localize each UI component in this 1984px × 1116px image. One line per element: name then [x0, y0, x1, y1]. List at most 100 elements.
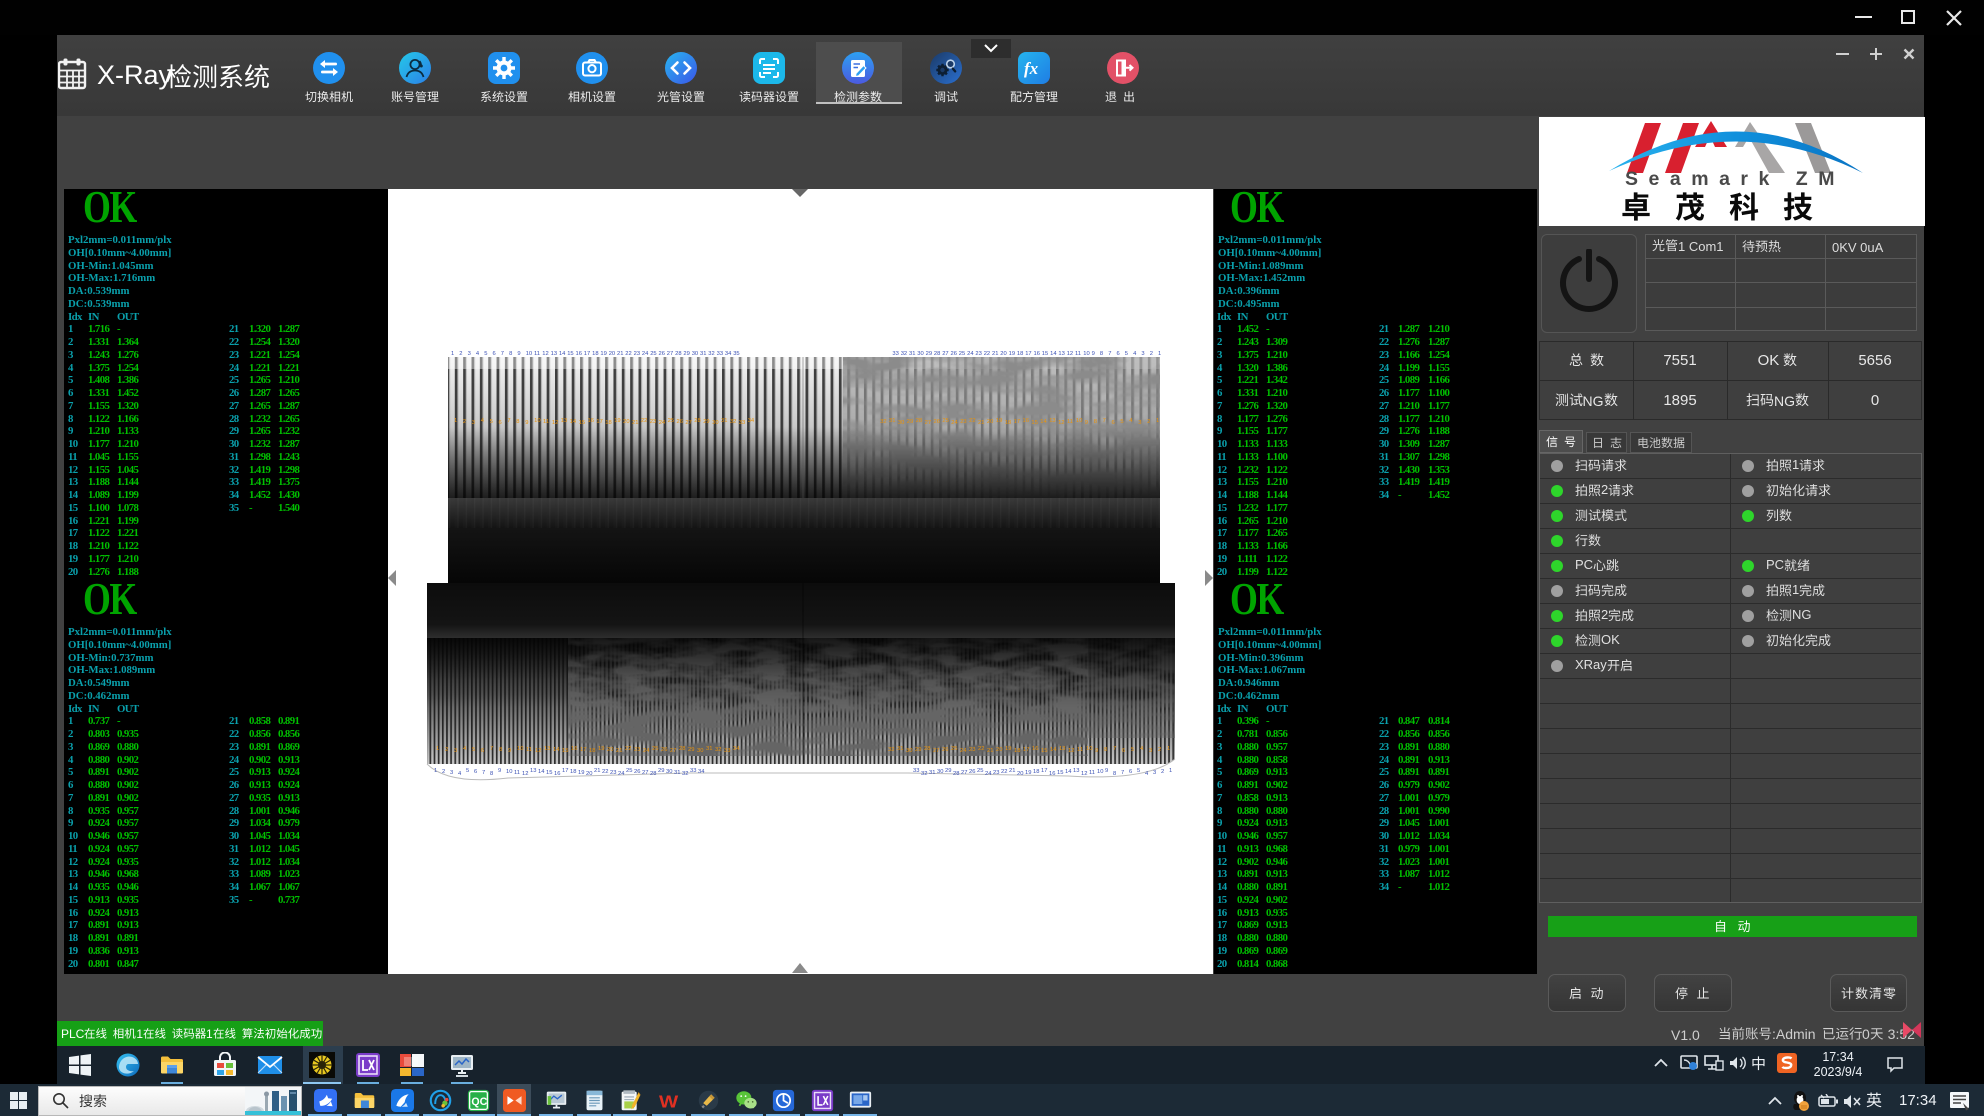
svg-text:19: 19: [1025, 770, 1031, 776]
svg-text:6: 6: [1117, 351, 1120, 357]
svg-text:16: 16: [554, 771, 560, 777]
svg-text:23: 23: [634, 747, 640, 753]
svg-text:27: 27: [961, 770, 967, 776]
svg-text:7: 7: [1103, 418, 1106, 424]
svg-text:31: 31: [700, 351, 706, 357]
svg-text:7: 7: [490, 746, 493, 752]
svg-text:23: 23: [960, 419, 966, 425]
svg-text:W: W: [659, 1093, 678, 1112]
svg-text:29: 29: [945, 768, 951, 774]
svg-text:11: 11: [1089, 770, 1095, 776]
svg-text:15: 15: [1057, 770, 1063, 776]
svg-text:26: 26: [659, 351, 665, 357]
svg-text:7: 7: [507, 418, 510, 424]
svg-text:24: 24: [951, 420, 958, 426]
svg-text:20: 20: [996, 747, 1002, 753]
svg-text:3: 3: [468, 351, 471, 357]
svg-text:3: 3: [1141, 351, 1144, 357]
svg-text:12: 12: [542, 351, 548, 357]
svg-text:28: 28: [694, 418, 700, 424]
svg-text:18: 18: [1017, 351, 1023, 357]
svg-text:1: 1: [1158, 351, 1161, 357]
svg-text:22: 22: [1001, 769, 1007, 775]
svg-text:22: 22: [969, 418, 975, 424]
svg-text:8: 8: [516, 419, 519, 425]
svg-text:33: 33: [717, 351, 723, 357]
svg-text:26: 26: [969, 769, 975, 775]
svg-text:13: 13: [561, 418, 567, 424]
svg-text:23: 23: [993, 770, 999, 776]
svg-text:11: 11: [1075, 351, 1081, 357]
svg-text:25: 25: [977, 768, 983, 774]
svg-text:9: 9: [498, 768, 501, 774]
svg-text:19: 19: [598, 746, 604, 752]
svg-text:1: 1: [1156, 418, 1159, 424]
svg-text:22: 22: [984, 351, 990, 357]
svg-text:29: 29: [907, 419, 913, 425]
svg-text:18: 18: [1014, 748, 1020, 754]
svg-text:6: 6: [493, 351, 496, 357]
svg-text:6: 6: [1112, 420, 1115, 426]
svg-text:21: 21: [616, 748, 622, 754]
svg-text:24: 24: [618, 771, 625, 777]
svg-text:14: 14: [553, 747, 560, 753]
svg-text:32: 32: [880, 419, 886, 425]
svg-text:32: 32: [715, 747, 721, 753]
svg-text:32: 32: [888, 747, 894, 753]
svg-text:8: 8: [1094, 419, 1097, 425]
svg-text:9: 9: [517, 351, 520, 357]
svg-text:7: 7: [482, 770, 485, 776]
svg-text:10: 10: [1076, 418, 1082, 424]
svg-text:21: 21: [987, 748, 993, 754]
svg-text:19: 19: [1009, 351, 1015, 357]
svg-text:10: 10: [526, 351, 532, 357]
svg-text:7: 7: [1113, 746, 1116, 752]
svg-text:15: 15: [1031, 420, 1037, 426]
svg-text:2: 2: [459, 351, 462, 357]
svg-text:26: 26: [634, 769, 640, 775]
svg-text:30: 30: [937, 769, 943, 775]
svg-text:34: 34: [748, 418, 755, 424]
svg-text:33: 33: [724, 748, 730, 754]
svg-text:17: 17: [562, 768, 568, 774]
svg-text:17: 17: [1023, 747, 1029, 753]
svg-text:3: 3: [450, 770, 453, 776]
svg-text:15: 15: [1041, 748, 1047, 754]
svg-text:12: 12: [1067, 351, 1073, 357]
svg-text:15: 15: [579, 420, 585, 426]
svg-text:8: 8: [1104, 747, 1107, 753]
svg-text:29: 29: [683, 351, 689, 357]
svg-text:20: 20: [1017, 771, 1023, 777]
svg-text:21: 21: [594, 768, 600, 774]
svg-text:2: 2: [442, 769, 445, 775]
svg-text:9: 9: [1092, 351, 1095, 357]
svg-text:26: 26: [661, 747, 667, 753]
svg-text:18: 18: [1033, 769, 1039, 775]
svg-text:28: 28: [916, 418, 922, 424]
svg-text:13: 13: [544, 746, 550, 752]
svg-text:6: 6: [499, 420, 502, 426]
svg-text:10: 10: [517, 746, 523, 752]
svg-text:fx: fx: [1024, 59, 1039, 78]
svg-text:8: 8: [509, 351, 512, 357]
svg-text:12: 12: [522, 771, 528, 777]
svg-text:8: 8: [499, 747, 502, 753]
svg-text:15: 15: [546, 770, 552, 776]
svg-text:19: 19: [996, 418, 1002, 424]
svg-text:25: 25: [668, 418, 674, 424]
svg-text:6: 6: [1129, 769, 1132, 775]
svg-text:16: 16: [571, 746, 577, 752]
svg-text:18: 18: [1005, 420, 1011, 426]
svg-text:12: 12: [1058, 420, 1064, 426]
svg-text:13: 13: [530, 768, 536, 774]
svg-text:12: 12: [535, 748, 541, 754]
svg-text:5: 5: [466, 768, 469, 774]
svg-text:25: 25: [626, 768, 632, 774]
svg-text:7: 7: [1108, 351, 1111, 357]
svg-text:20: 20: [1000, 351, 1006, 357]
svg-text:23: 23: [975, 351, 981, 357]
svg-text:2: 2: [1150, 351, 1153, 357]
svg-text:20: 20: [987, 419, 993, 425]
svg-text:14: 14: [1050, 351, 1057, 357]
svg-text:16: 16: [1049, 771, 1055, 777]
